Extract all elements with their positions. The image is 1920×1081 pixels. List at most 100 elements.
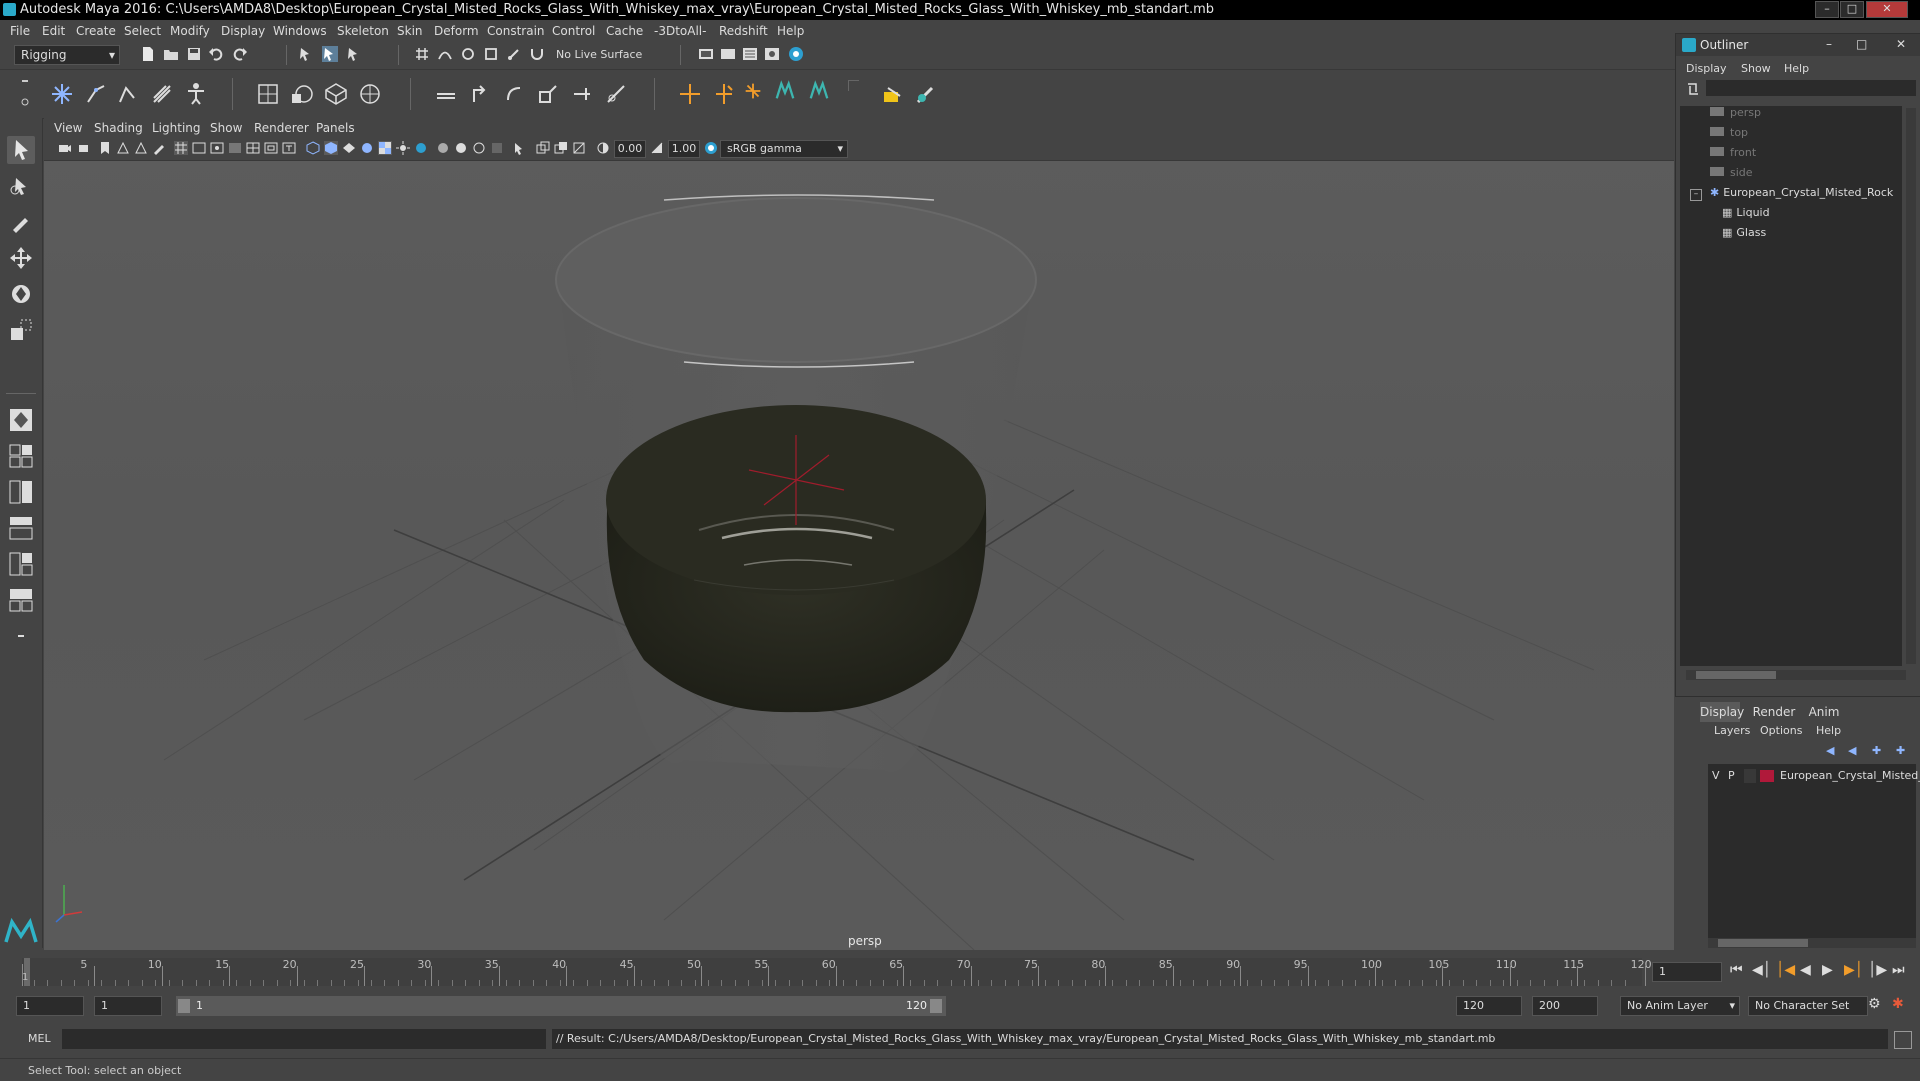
wireframe-icon[interactable] [306, 141, 320, 155]
outliner-item-front[interactable]: front [1710, 146, 1756, 164]
range-bar[interactable]: 1 120 [176, 996, 946, 1016]
animation-preferences-icon[interactable]: ✱ [1892, 996, 1904, 1012]
tab-display[interactable]: Display [1700, 702, 1744, 722]
outliner-vertical-scrollbar[interactable] [1906, 108, 1916, 664]
outliner-item-persp[interactable]: persp [1710, 106, 1761, 124]
new-layer-selected-icon[interactable]: ✚ [1896, 744, 1905, 757]
parent-constraint-icon[interactable] [434, 82, 458, 106]
layout-persp-hypershade[interactable] [7, 586, 35, 614]
humanik-icon[interactable] [184, 82, 208, 106]
menu-file[interactable]: File [10, 24, 30, 38]
snap-to-grid-icon[interactable] [414, 46, 430, 62]
new-layer-icon[interactable]: ✚ [1872, 744, 1881, 757]
sculpt-icon[interactable] [290, 82, 314, 106]
outliner-maximize-button[interactable]: □ [1856, 37, 1867, 51]
view-transform-dropdown[interactable]: sRGB gamma ▾ [720, 140, 848, 158]
soft-modification-tool[interactable] [7, 406, 35, 434]
menu-deform[interactable]: Deform [434, 24, 479, 38]
layer-color-swatch[interactable] [1760, 770, 1774, 782]
playback-start-field[interactable]: 1 [94, 996, 162, 1016]
menu-constrain[interactable]: Constrain [487, 24, 545, 38]
safe-action-icon[interactable] [264, 141, 278, 155]
playback-end-field[interactable]: 120 [1456, 996, 1522, 1016]
shadows-icon[interactable] [414, 141, 428, 155]
menu-edit[interactable]: Edit [42, 24, 65, 38]
layer-scrollbar[interactable] [1708, 938, 1916, 948]
toolbox-more[interactable] [7, 626, 35, 646]
layer-visibility-toggle[interactable]: V [1712, 769, 1720, 782]
menu-create[interactable]: Create [76, 24, 116, 38]
menu-select[interactable]: Select [124, 24, 161, 38]
camera-attributes-icon[interactable] [78, 141, 92, 155]
go-to-start-icon[interactable]: ⏮ [1730, 962, 1743, 978]
smooth-shade-icon[interactable] [324, 141, 338, 155]
scale-tool[interactable] [7, 316, 35, 344]
hik-character-icon[interactable] [774, 80, 796, 102]
ik-handle-icon[interactable] [84, 82, 108, 106]
menu-skeleton[interactable]: Skeleton [337, 24, 389, 38]
new-scene-icon[interactable] [140, 46, 156, 62]
script-editor-icon[interactable] [1894, 1031, 1912, 1049]
field-chart-icon[interactable] [246, 141, 260, 155]
step-back-key-icon[interactable]: ◀│ [1752, 962, 1771, 978]
render-frame-icon[interactable] [698, 46, 714, 62]
2d-pan-zoom-icon[interactable] [134, 141, 148, 155]
outliner-menu-help[interactable]: Help [1784, 62, 1809, 75]
time-slider-track[interactable]: 1 5 10 15 20 25 30 35 40 45 50 55 60 65 70 75 80 85 90 95 1… [22, 958, 1652, 986]
outliner-menu-show[interactable]: Show [1741, 62, 1771, 75]
orient-constraint-icon[interactable] [502, 82, 526, 106]
anim-layer-dropdown[interactable]: No Anim Layer ▾ [1620, 996, 1740, 1016]
select-camera-icon[interactable] [58, 141, 72, 155]
outliner-minimize-button[interactable]: – [1826, 37, 1832, 51]
menu-help[interactable]: Help [777, 24, 804, 38]
select-tool[interactable] [7, 136, 35, 164]
step-forward-frame-icon[interactable]: ▶│ [1844, 962, 1863, 978]
viewport-menu-shading[interactable]: Shading [94, 121, 143, 135]
bookmark-icon[interactable] [98, 141, 112, 155]
viewport-menu-show[interactable]: Show [210, 121, 242, 135]
select-by-hierarchy-icon[interactable] [298, 46, 314, 62]
outliner-item-liquid[interactable]: ▦ Liquid [1722, 206, 1770, 224]
xray-icon[interactable] [536, 141, 550, 155]
shelf-options-icon[interactable] [20, 78, 30, 108]
start-time-field[interactable]: 1 [16, 996, 84, 1016]
step-forward-key-icon[interactable]: │▶ [1868, 962, 1887, 978]
gamma-field[interactable]: 1.00 [668, 140, 700, 158]
paint-skin-icon[interactable] [914, 82, 938, 106]
scrollbar-thumb[interactable] [1696, 671, 1776, 679]
scrollbar-thumb[interactable] [1718, 939, 1808, 947]
gate-mask-icon[interactable] [228, 141, 242, 155]
current-frame-field[interactable]: 1 [1652, 962, 1722, 982]
snap-to-point-icon[interactable] [460, 46, 476, 62]
end-time-field[interactable]: 200 [1532, 996, 1598, 1016]
film-gate-icon[interactable] [192, 141, 206, 155]
point-constraint-icon[interactable] [468, 82, 492, 106]
select-by-object-icon[interactable] [322, 46, 338, 62]
default-material-icon[interactable] [360, 141, 374, 155]
outliner-horizontal-scrollbar[interactable] [1686, 670, 1906, 680]
redo-icon[interactable] [232, 46, 248, 62]
depth-of-field-icon[interactable] [490, 141, 504, 155]
move-layer-down-icon[interactable]: ◀ [1848, 744, 1856, 757]
collapse-icon[interactable]: – [1690, 189, 1702, 201]
resolution-gate-icon[interactable] [210, 141, 224, 155]
shaded-wireframe-icon[interactable] [342, 141, 356, 155]
rotate-tool[interactable] [7, 280, 35, 308]
render-settings-icon[interactable] [742, 46, 758, 62]
save-scene-icon[interactable] [186, 46, 202, 62]
layout-two-pane[interactable] [7, 478, 35, 506]
locator-icon[interactable] [678, 82, 702, 106]
make-live-icon[interactable] [506, 46, 522, 62]
layer-row[interactable]: V P European_Crystal_Misted_ [1708, 768, 1920, 784]
xray-joints-icon[interactable] [554, 141, 568, 155]
image-plane-icon[interactable] [116, 141, 130, 155]
menu-windows[interactable]: Windows [273, 24, 327, 38]
move-tool[interactable] [7, 244, 35, 272]
minimize-button[interactable]: – [1815, 1, 1839, 18]
menu-cache[interactable]: Cache [606, 24, 643, 38]
play-backwards-icon[interactable]: ◀ [1800, 962, 1811, 978]
layer-name[interactable]: European_Crystal_Misted_ [1780, 769, 1920, 782]
move-layer-up-icon[interactable]: ◀ [1826, 744, 1834, 757]
lasso-tool[interactable] [7, 172, 35, 200]
close-button[interactable]: ✕ [1866, 1, 1908, 18]
